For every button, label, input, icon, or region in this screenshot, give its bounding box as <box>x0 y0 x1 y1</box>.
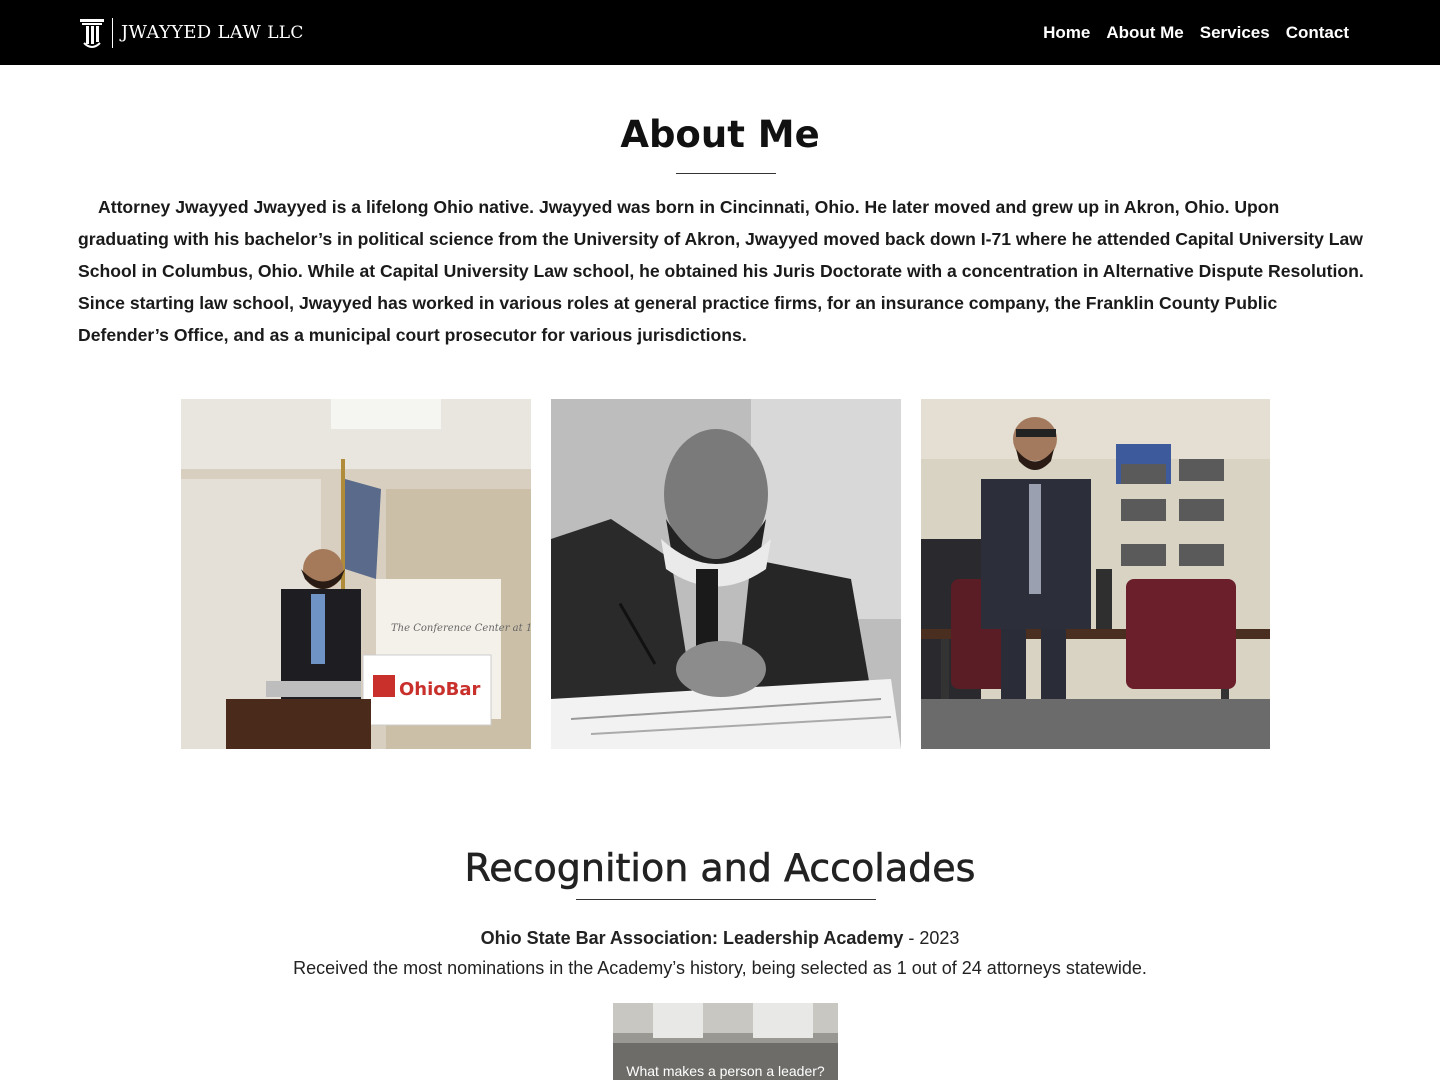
brand-divider <box>112 17 113 48</box>
about-title-divider <box>676 173 776 174</box>
brand-name: JWAYYED LAW LLC <box>121 22 304 43</box>
nav-services[interactable]: Services <box>1200 23 1270 43</box>
about-title: About Me <box>620 113 820 156</box>
recognition-title: Recognition and Accolades <box>464 846 976 891</box>
recognition-title-divider <box>576 899 876 900</box>
photo-courtroom-standing <box>921 399 1270 749</box>
pillar-logo-icon <box>80 18 104 48</box>
nav-contact[interactable]: Contact <box>1286 23 1349 43</box>
nav-home[interactable]: Home <box>1043 23 1090 43</box>
photo-signing-documents <box>551 399 901 749</box>
ohio-bar-sign: OhioBar <box>399 679 481 700</box>
award-name: Ohio State Bar Association: Leadership A… <box>480 928 904 948</box>
award-year: - 2023 <box>903 928 960 948</box>
video-caption: What makes a person a leader? <box>626 1063 825 1079</box>
site-header: JWAYYED LAW LLC Home About Me Services C… <box>0 0 1440 65</box>
award-description: Received the most nominations in the Aca… <box>293 958 1147 978</box>
main-nav: Home About Me Services Contact <box>1043 23 1349 43</box>
award-heading: Ohio State Bar Association: Leadership A… <box>0 928 1440 949</box>
about-body: Attorney Jwayyed Jwayyed is a lifelong O… <box>78 197 1364 345</box>
nav-about-me[interactable]: About Me <box>1106 23 1183 43</box>
brand-logo-link[interactable]: JWAYYED LAW LLC <box>78 13 304 53</box>
conference-banner: The Conference Center at 1700 <box>391 623 531 634</box>
leadership-video-thumbnail[interactable]: What makes a person a leader? <box>613 1003 838 1080</box>
photo-podium-speaking: OhioBar The Conference Center at 1700 <box>181 399 531 749</box>
